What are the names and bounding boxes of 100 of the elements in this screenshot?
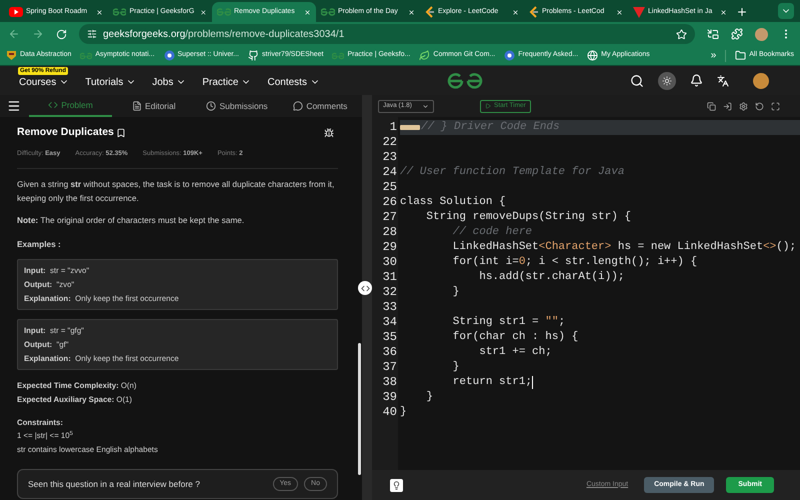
code-line: } — [425, 390, 434, 405]
scrollbar[interactable] — [358, 343, 361, 475]
code-line: return str1; — [452, 375, 532, 390]
code-line: hs.add(str.charAt(i)); — [478, 270, 624, 285]
problem-description: Given a string str without spaces, the task is to remove all duplicate characters from it, keeping only the first occurrence. — [17, 178, 336, 204]
new-tab-icon[interactable] — [736, 6, 748, 18]
line-number: 25 — [382, 180, 398, 195]
bookmark-icon[interactable] — [116, 128, 126, 138]
bug-icon[interactable] — [324, 128, 334, 138]
close-icon[interactable] — [96, 8, 103, 16]
close-icon[interactable] — [408, 8, 415, 16]
code-line: for(char ch : hs) { — [452, 330, 578, 345]
nav-menu-item[interactable]: Tutorials — [85, 74, 136, 90]
site-settings-icon[interactable] — [87, 29, 97, 39]
leaf-icon — [419, 50, 430, 61]
code-line: str1 += ch; — [478, 345, 552, 360]
chat-icon — [293, 101, 304, 111]
line-number: 26 — [382, 195, 398, 210]
line-number: 24 — [382, 165, 398, 180]
code-line: String removeDups(String str) { — [425, 210, 632, 225]
close-icon[interactable] — [200, 8, 207, 16]
line-number: 37 — [382, 360, 398, 375]
problem-tab[interactable]: Editorial — [112, 95, 196, 117]
code-line: LinkedHashSet<Character> hs = new LinkedHashSet<>(); — [452, 240, 796, 255]
crest-icon — [6, 50, 17, 61]
search-icon[interactable] — [630, 74, 644, 88]
close-icon[interactable] — [616, 8, 623, 16]
menu-icon[interactable] — [7, 99, 21, 113]
sun-icon — [662, 76, 672, 86]
gfg-logo-icon — [321, 7, 335, 17]
user-avatar[interactable] — [753, 72, 769, 88]
problem-note: Note: The original order of characters must be kept the same. — [17, 214, 246, 226]
line-number: 36 — [382, 345, 398, 360]
translate-icon[interactable] — [717, 74, 729, 86]
extensions-icon[interactable] — [731, 28, 743, 40]
settings-icon[interactable] — [739, 102, 748, 110]
gfg-logo-icon[interactable] — [446, 72, 483, 90]
circle-logo-icon — [164, 50, 175, 61]
globe-icon — [587, 50, 598, 61]
fold-marker[interactable] — [400, 125, 420, 130]
leetcode-logo-icon — [529, 6, 539, 18]
line-number: 1 — [388, 120, 398, 135]
nav-menu-item[interactable]: Practice — [202, 74, 252, 90]
gfg-logo-icon — [217, 7, 231, 17]
problem-tab[interactable]: Comments — [278, 95, 362, 117]
line-number: 29 — [382, 240, 398, 255]
code-line: // code here — [452, 225, 532, 240]
nav-menu-item[interactable]: Jobs — [152, 74, 186, 90]
line-number: 31 — [382, 270, 398, 285]
url-text: geeksforgeeks.org/problems/remove-duplicates3034/1 — [103, 28, 344, 42]
resize-handle[interactable] — [358, 281, 372, 295]
code-icon — [360, 284, 370, 292]
theme-toggle-button[interactable] — [658, 72, 676, 90]
more-bookmarks-button[interactable]: » — [710, 48, 716, 63]
problem-tab[interactable]: Problem — [28, 95, 112, 117]
document-icon — [132, 101, 142, 111]
line-number: 33 — [382, 300, 398, 315]
code-line: // User function Template for Java — [400, 165, 624, 180]
gfg-logo-icon — [332, 50, 344, 60]
gfg-logo-icon — [80, 50, 92, 60]
triangle-logo-icon — [633, 6, 645, 18]
code-line: } — [452, 360, 460, 375]
lightbulb-icon — [392, 480, 401, 490]
code-icon — [48, 100, 58, 110]
close-icon[interactable] — [720, 8, 727, 16]
problem-tab[interactable]: Submissions — [195, 95, 279, 117]
github-icon — [248, 50, 259, 61]
line-number: 40 — [382, 405, 398, 420]
code-line: } — [400, 405, 407, 420]
address-field[interactable]: geeksforgeeks.org/problems/remove-duplicates3034/1 — [79, 24, 695, 44]
close-icon[interactable] — [304, 8, 311, 16]
line-number: 23 — [382, 150, 398, 165]
video-logo-icon — [9, 7, 23, 17]
line-number: 28 — [382, 225, 398, 240]
code-line: // } Driver Code Ends — [421, 120, 560, 135]
gfg-logo-icon — [113, 7, 126, 17]
tab-list-button[interactable] — [778, 3, 794, 19]
fullscreen-icon[interactable] — [771, 102, 780, 110]
clock-icon — [206, 101, 216, 111]
nav-menu-item[interactable]: Courses — [19, 74, 70, 90]
line-number: 39 — [382, 390, 398, 405]
line-number: 35 — [382, 330, 398, 345]
chevron-down-icon — [422, 102, 429, 110]
bell-icon[interactable] — [690, 74, 703, 87]
leetcode-logo-icon — [425, 6, 435, 18]
nav-menu-item[interactable]: Contests — [267, 74, 320, 90]
line-number: 30 — [382, 255, 398, 270]
code-line: for(int i=0; i < str.length(); i++) { — [452, 255, 698, 270]
circle-logo-icon — [504, 50, 516, 61]
close-icon[interactable] — [512, 8, 519, 16]
copy-icon[interactable] — [707, 102, 716, 110]
import-icon[interactable] — [723, 102, 732, 110]
reload-icon[interactable] — [56, 28, 67, 40]
code-line: String str1 = ""; — [452, 315, 566, 330]
examples-heading: Examples : — [17, 238, 62, 250]
hint-button[interactable] — [390, 478, 403, 492]
reset-icon[interactable] — [755, 102, 764, 110]
star-icon[interactable] — [676, 28, 687, 40]
picture-in-picture-icon[interactable] — [707, 28, 719, 40]
line-number: 22 — [382, 135, 398, 150]
